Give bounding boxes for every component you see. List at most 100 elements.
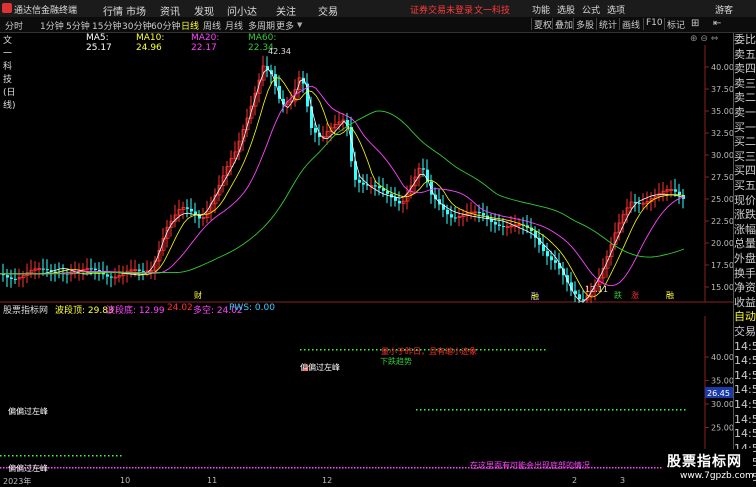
candle-body: [494, 221, 497, 225]
indicator-dot: [126, 467, 128, 469]
note-downtrend: 下跌趋势: [380, 356, 412, 366]
tab-60min[interactable]: 60分钟: [151, 19, 180, 32]
split-icon[interactable]: ⊞: [691, 18, 699, 29]
candle-body: [138, 269, 141, 271]
indicator-dot: [408, 467, 410, 469]
sidebar-item[interactable]: 卖二: [734, 91, 756, 106]
chart-settings-icon[interactable]: ⊕ ⊖ ⇔: [690, 34, 718, 44]
indicator-dot: [78, 467, 80, 469]
sidebar-item[interactable]: 买一: [734, 121, 756, 136]
tab-5min[interactable]: 5分钟: [66, 19, 90, 32]
indicator-chart[interactable]: 40.00 35.00 30.00 25.00 26.45 偏偏过左峰 量小于昨日，且…: [0, 316, 733, 476]
sidebar-item[interactable]: 买三: [734, 150, 756, 165]
sidebar-item[interactable]: 14:5: [734, 383, 756, 398]
sidebar-item[interactable]: 14:5: [734, 398, 756, 413]
tab-fenshi[interactable]: 分时: [5, 19, 23, 32]
sidebar-item[interactable]: 卖一: [734, 106, 756, 121]
sidebar-item[interactable]: 外盘: [734, 252, 756, 267]
candle-body: [422, 168, 425, 170]
indicator-dot: [228, 467, 230, 469]
more-chevron-icon[interactable]: ▼: [297, 21, 302, 29]
candle-body: [190, 208, 193, 212]
indicator-dot: [300, 349, 302, 351]
btn-f10[interactable]: F10: [643, 18, 665, 30]
menu-jiaoyi[interactable]: 交易: [318, 3, 338, 18]
btn-biaoji[interactable]: 标记: [664, 18, 687, 31]
menu-gongneng[interactable]: 功能: [532, 3, 550, 16]
tab-1min[interactable]: 1分钟: [40, 19, 64, 32]
indicator-dot: [339, 467, 341, 469]
menu-faxian[interactable]: 发现: [194, 3, 214, 18]
btn-tongji[interactable]: 统计: [596, 18, 619, 31]
sidebar-item[interactable]: 自动: [734, 310, 756, 325]
sidebar-item[interactable]: 涨跌: [734, 208, 756, 223]
menu-wenxiaoda[interactable]: 问小达: [227, 3, 257, 18]
candle-body: [394, 197, 397, 201]
sidebar-item[interactable]: 涨幅: [734, 223, 756, 238]
login-status-link[interactable]: 证券交易未登录: [410, 3, 473, 16]
indicator-dot: [492, 409, 494, 411]
collapse-icon[interactable]: ⇤: [713, 18, 721, 29]
indicator-dot: [111, 467, 113, 469]
menu-hangqing[interactable]: 行情: [103, 3, 123, 18]
sidebar-item[interactable]: 交易: [734, 325, 756, 340]
sidebar-item[interactable]: 买五: [734, 179, 756, 194]
tab-multi-period[interactable]: 多周期: [248, 19, 275, 32]
sidebar-item[interactable]: 14:5: [734, 340, 756, 355]
indicator-dot: [528, 409, 530, 411]
watermark-main: 股票指标网: [667, 454, 742, 470]
tab-daily[interactable]: 日线: [181, 19, 199, 32]
tab-30min[interactable]: 30分钟: [122, 19, 151, 32]
sidebar-item[interactable]: 买二: [734, 135, 756, 150]
sidebar-item[interactable]: 14:5: [734, 369, 756, 384]
sidebar-item[interactable]: 14:5: [734, 427, 756, 442]
candle-body: [42, 268, 45, 270]
candle-body: [362, 182, 365, 185]
title-bar: 通达信金融终端 行情 市场 资讯 发现 问小达 关注 交易 证券交易未登录 文一…: [0, 0, 756, 18]
sidebar-item[interactable]: 收益: [734, 296, 756, 311]
sidebar-item[interactable]: 换手: [734, 267, 756, 282]
tab-15min[interactable]: 15分钟: [92, 19, 121, 32]
btn-duogu[interactable]: 多股: [573, 18, 596, 31]
indicator-dot: [261, 467, 263, 469]
btn-huaxian[interactable]: 画线: [619, 18, 642, 31]
sidebar-item[interactable]: 委比: [734, 33, 756, 48]
kline-chart[interactable]: 40.00 37.50 35.00 32.50 30.00 27.50 25.00 22.50…: [0, 45, 733, 303]
sidebar-item[interactable]: 卖三: [734, 77, 756, 92]
menu-shichang[interactable]: 市场: [126, 3, 146, 18]
indicator-dot: [48, 455, 50, 457]
note-bottom: 在这里面有可能会出现底部的情况: [470, 460, 590, 470]
indicator-dot: [462, 467, 464, 469]
sidebar-item[interactable]: 14:5: [734, 413, 756, 428]
user-guest[interactable]: 游客: [715, 3, 733, 16]
indicator-dot: [345, 467, 347, 469]
indicator-dot: [384, 467, 386, 469]
indicator-dot: [572, 409, 574, 411]
sidebar-item[interactable]: 总量: [734, 237, 756, 252]
indicator-dot: [192, 467, 194, 469]
menu-xuanxiang[interactable]: 选项: [607, 3, 625, 16]
indicator-dot: [548, 409, 550, 411]
menu-gongshi[interactable]: 公式: [582, 3, 600, 16]
sidebar-item[interactable]: 卖四: [734, 62, 756, 77]
sidebar-item[interactable]: 买四: [734, 164, 756, 179]
sidebar-item[interactable]: 净资: [734, 281, 756, 296]
btn-diejia[interactable]: 叠加: [552, 18, 575, 31]
stock-name-link[interactable]: 文一科技: [474, 3, 510, 16]
indicator-dot: [652, 409, 654, 411]
menu-guanzhu[interactable]: 关注: [276, 3, 296, 18]
sidebar-item[interactable]: 14:5: [734, 354, 756, 369]
tab-monthly[interactable]: 月线: [225, 19, 243, 32]
indicator-tick-label: 35.00: [711, 377, 733, 386]
indicator-dot: [354, 467, 356, 469]
menu-zixun[interactable]: 资讯: [160, 3, 180, 18]
menu-xuangu[interactable]: 选股: [557, 3, 575, 16]
indicator-dot: [420, 467, 422, 469]
tab-weekly[interactable]: 周线: [203, 19, 221, 32]
indicator-dot: [488, 409, 490, 411]
sidebar-item[interactable]: 现价: [734, 194, 756, 209]
indicator-dot: [363, 467, 365, 469]
sidebar-item[interactable]: 卖五: [734, 48, 756, 63]
tab-more[interactable]: 更多: [276, 19, 294, 32]
btn-fuquan[interactable]: 夏权: [531, 18, 554, 31]
